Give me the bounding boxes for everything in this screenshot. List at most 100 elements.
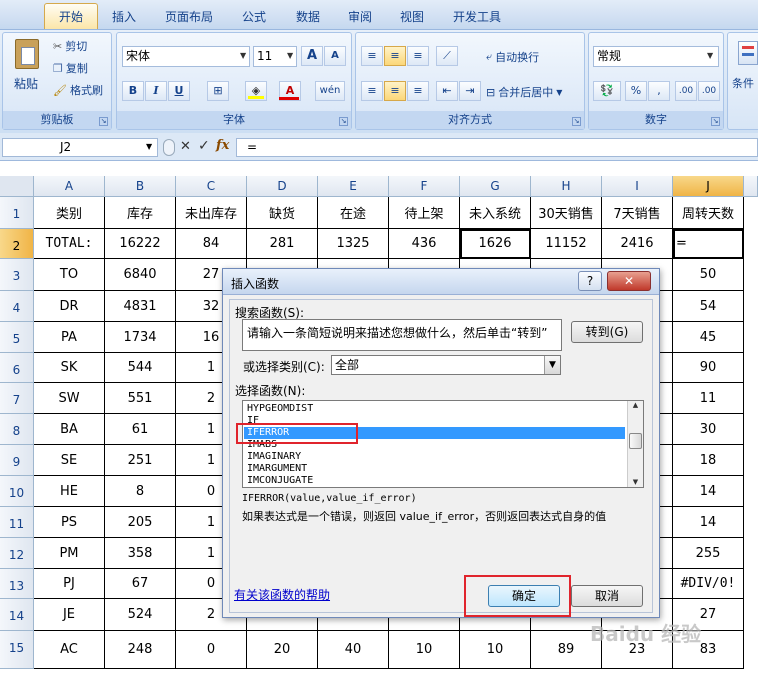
cell-a6-category[interactable]: SK: [34, 353, 105, 383]
cell-j10-turnover-days[interactable]: 14: [673, 476, 744, 507]
conditional-format-icon[interactable]: [738, 41, 758, 65]
function-item-hypgeomdist[interactable]: HYPGEOMDIST: [244, 403, 625, 415]
column-header-i[interactable]: I: [602, 176, 673, 197]
column-header-j[interactable]: J: [673, 176, 744, 197]
row-header-3[interactable]: 3: [0, 259, 34, 291]
cell-a14-category[interactable]: JE: [34, 599, 105, 631]
cell-g1-not-in-system[interactable]: 未入系统: [460, 197, 531, 229]
increase-decimal-button[interactable]: .00: [675, 81, 697, 101]
cell-j11-turnover-days[interactable]: 14: [673, 507, 744, 538]
number-format-select[interactable]: 常规: [593, 46, 719, 67]
scroll-down-icon[interactable]: ▼: [628, 478, 643, 486]
scroll-up-icon[interactable]: ▲: [628, 401, 643, 409]
column-header-b[interactable]: B: [105, 176, 176, 197]
cell-c1-unshipped[interactable]: 未出库存: [176, 197, 247, 229]
search-input[interactable]: 请输入一条简短说明来描述您想做什么，然后单击“转到”: [242, 319, 562, 351]
cell-j13-turnover-days[interactable]: #DIV/0!: [673, 569, 744, 599]
expand-handle-icon[interactable]: [163, 139, 175, 156]
cell-j3-turnover-days[interactable]: 50: [673, 259, 744, 291]
row-header-15[interactable]: 15: [0, 631, 34, 669]
cell-b13-stock[interactable]: 67: [105, 569, 176, 599]
cell-d15-shortage[interactable]: 20: [247, 631, 318, 669]
cell-b10-stock[interactable]: 8: [105, 476, 176, 507]
cell-b5-stock[interactable]: 1734: [105, 322, 176, 353]
borders-button[interactable]: ⊞: [207, 81, 229, 101]
cell-e1-in-transit[interactable]: 在途: [318, 197, 389, 229]
cell-j9-turnover-days[interactable]: 18: [673, 445, 744, 476]
enter-entry-icon[interactable]: ✓: [198, 138, 210, 154]
top-align-button[interactable]: ≡: [361, 46, 383, 66]
row-header-4[interactable]: 4: [0, 291, 34, 322]
function-help-link[interactable]: 有关该函数的帮助: [234, 586, 330, 603]
wrap-text-button[interactable]: ⤶ 自动换行: [486, 49, 539, 65]
chevron-down-icon[interactable]: ▼: [544, 356, 560, 374]
grow-font-button[interactable]: A: [301, 46, 323, 66]
tab-formulas[interactable]: 公式: [233, 7, 275, 27]
cell-a13-category[interactable]: PJ: [34, 569, 105, 599]
cell-f1-pending-shelf[interactable]: 待上架: [389, 197, 460, 229]
merge-center-button[interactable]: ⊟ 合并后居中 ▼: [486, 84, 562, 100]
cell-g2-not-in-system[interactable]: 1626: [460, 229, 531, 259]
row-header-6[interactable]: 6: [0, 353, 34, 383]
column-header-d[interactable]: D: [247, 176, 318, 197]
conditional-format-button[interactable]: 条件: [732, 75, 754, 91]
decrease-decimal-button[interactable]: .00: [698, 81, 720, 101]
cancel-button[interactable]: 取消: [571, 585, 643, 607]
column-header-f[interactable]: F: [389, 176, 460, 197]
column-header-h[interactable]: H: [531, 176, 602, 197]
select-all-corner[interactable]: [0, 176, 34, 197]
cell-b14-stock[interactable]: 524: [105, 599, 176, 631]
cell-b1-stock[interactable]: 库存: [105, 197, 176, 229]
italic-button[interactable]: I: [145, 81, 167, 101]
cell-d1-shortage[interactable]: 缺货: [247, 197, 318, 229]
cell-j7-turnover-days[interactable]: 11: [673, 383, 744, 414]
column-header-a[interactable]: A: [34, 176, 105, 197]
font-family-select[interactable]: 宋体: [122, 46, 250, 67]
cell-a10-category[interactable]: HE: [34, 476, 105, 507]
cell-b11-stock[interactable]: 205: [105, 507, 176, 538]
row-header-11[interactable]: 11: [0, 507, 34, 538]
category-select[interactable]: 全部: [331, 355, 561, 375]
help-icon[interactable]: ?: [578, 271, 602, 291]
cell-j6-turnover-days[interactable]: 90: [673, 353, 744, 383]
row-header-2[interactable]: 2: [0, 229, 34, 259]
format-painter-button[interactable]: 🖌 格式刷: [53, 82, 103, 98]
function-list[interactable]: ▲ ▼ HYPGEOMDIST IF IFERROR IMABS IMAGINARY IM…: [242, 400, 644, 488]
chevron-down-icon[interactable]: ▼: [146, 142, 152, 151]
align-left-button[interactable]: ≡: [361, 81, 383, 101]
cell-b4-stock[interactable]: 4831: [105, 291, 176, 322]
paste-icon[interactable]: [15, 39, 39, 69]
function-list-scrollbar[interactable]: ▲ ▼: [627, 401, 643, 487]
row-header-9[interactable]: 9: [0, 445, 34, 476]
cut-button[interactable]: ✂ 剪切: [53, 38, 87, 54]
orientation-button[interactable]: ⟋: [436, 46, 458, 66]
cell-f2-pending-shelf[interactable]: 436: [389, 229, 460, 259]
cell-j8-turnover-days[interactable]: 30: [673, 414, 744, 445]
cell-j1-turnover-days[interactable]: 周转天数: [673, 197, 744, 229]
paste-button[interactable]: 粘贴: [14, 75, 38, 92]
bold-button[interactable]: B: [122, 81, 144, 101]
cell-d2-shortage[interactable]: 281: [247, 229, 318, 259]
cell-a11-category[interactable]: PS: [34, 507, 105, 538]
scroll-thumb[interactable]: [629, 433, 642, 449]
underline-button[interactable]: U: [168, 81, 190, 101]
column-header-c[interactable]: C: [176, 176, 247, 197]
row-header-5[interactable]: 5: [0, 322, 34, 353]
cell-c2-unshipped[interactable]: 84: [176, 229, 247, 259]
cell-f15-pending-shelf[interactable]: 10: [389, 631, 460, 669]
cell-b12-stock[interactable]: 358: [105, 538, 176, 569]
tab-developer[interactable]: 开发工具: [445, 7, 509, 27]
align-center-button[interactable]: ≡: [384, 81, 406, 101]
cell-b15-stock[interactable]: 248: [105, 631, 176, 669]
cell-a3-category[interactable]: TO: [34, 259, 105, 291]
align-right-button[interactable]: ≡: [407, 81, 429, 101]
decrease-indent-button[interactable]: ⇤: [436, 81, 458, 101]
formula-input[interactable]: =: [236, 138, 758, 157]
cell-j5-turnover-days[interactable]: 45: [673, 322, 744, 353]
tab-insert[interactable]: 插入: [103, 7, 145, 27]
cell-a8-category[interactable]: BA: [34, 414, 105, 445]
fill-color-button[interactable]: ◈: [245, 81, 267, 101]
cell-b9-stock[interactable]: 251: [105, 445, 176, 476]
function-item-imaginary[interactable]: IMAGINARY: [244, 451, 625, 463]
tab-data[interactable]: 数据: [287, 7, 329, 27]
